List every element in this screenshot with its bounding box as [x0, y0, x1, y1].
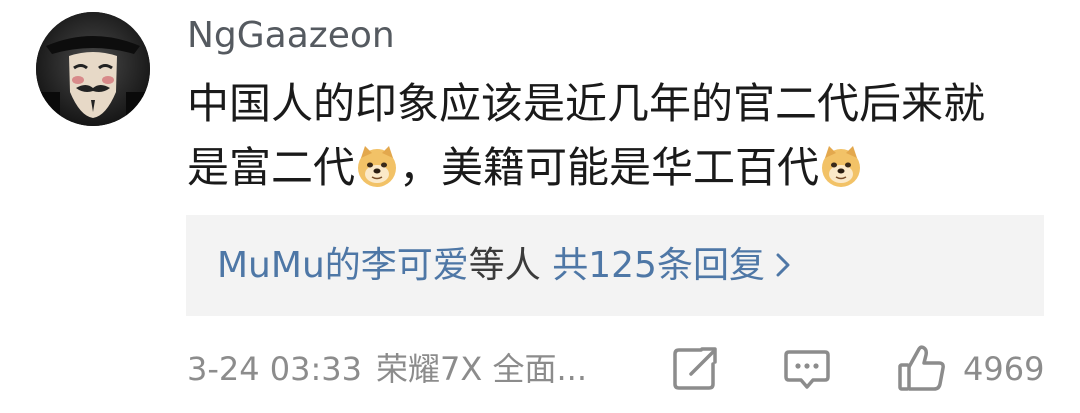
comment-timestamp: 3-24 03:33 — [187, 350, 363, 388]
comment-text: 中国人的印象应该是近几年的官二代后来就 是富二代 ，美籍可能是华工百代 — [187, 72, 1047, 200]
share-icon[interactable] — [671, 344, 719, 392]
comment-text-line2-part1: 是富二代 — [187, 143, 356, 192]
avatar[interactable] — [36, 12, 150, 126]
reply-count[interactable]: 共125条回复 — [552, 245, 765, 286]
replies-summary[interactable]: MuMu的李可爱等人 共125条回复 — [217, 243, 793, 289]
comment-meta: 3-24 03:33 荣耀7X 全面... — [187, 347, 587, 391]
like-count: 4969 — [963, 350, 1045, 388]
comment-text-line1: 中国人的印象应该是近几年的官二代后来就 — [187, 79, 986, 128]
comment-icon[interactable] — [783, 344, 831, 392]
chevron-right-icon — [776, 253, 790, 277]
reply-users[interactable]: MuMu的李可爱 — [217, 245, 469, 286]
comment-text-line2: 是富二代 ，美籍可能是华工百代 — [187, 136, 1047, 200]
mask-avatar-icon — [36, 12, 150, 126]
doge-emoji-icon — [358, 146, 397, 187]
like-icon[interactable] — [897, 344, 947, 392]
comment-device: 荣耀7X 全面... — [376, 350, 587, 388]
comment-username[interactable]: NgGaazeon — [187, 14, 395, 58]
replies-preview[interactable]: MuMu的李可爱等人 共125条回复 — [186, 215, 1044, 316]
reply-suffix: 等人 — [468, 245, 541, 286]
comment-text-line2-part2: ，美籍可能是华工百代 — [399, 143, 820, 192]
doge-emoji-icon — [822, 146, 861, 187]
